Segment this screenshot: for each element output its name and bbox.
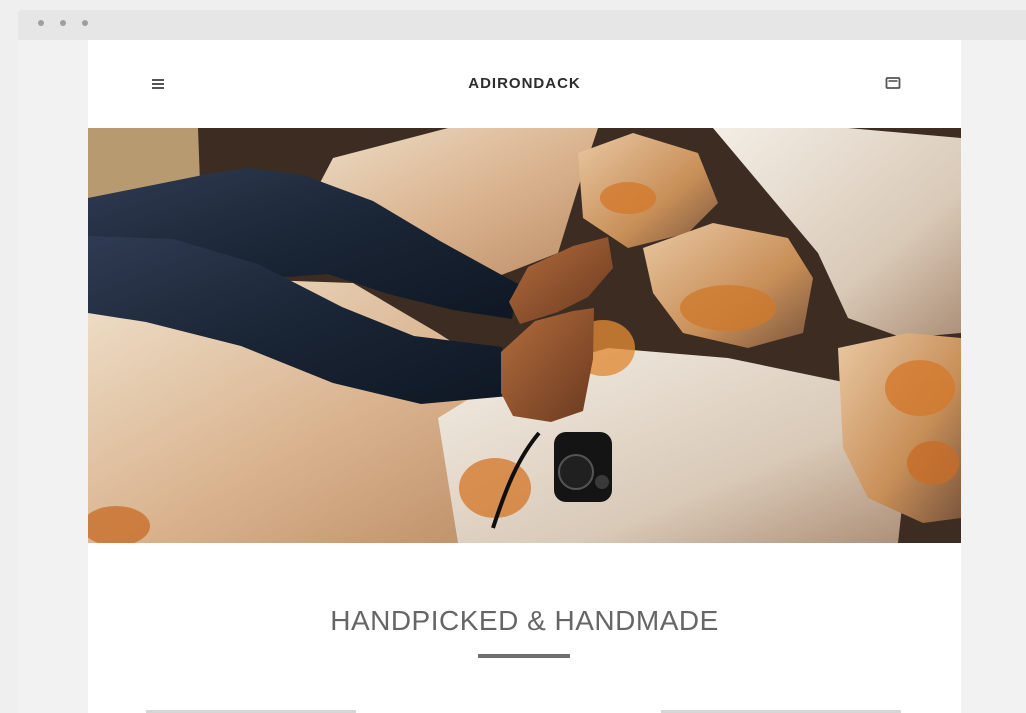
site-logo-text[interactable]: ADIRONDACK [88,75,961,92]
cart-box [885,77,901,89]
section-title: HANDPICKED & HANDMADE [330,605,719,636]
cart-icon[interactable] [885,76,901,90]
camera-button [595,475,609,489]
camera-lens [558,454,594,490]
window-dot [38,20,44,26]
lichen-spot [459,458,531,518]
lichen-spot [600,182,656,214]
hero-image [88,128,961,543]
lichen-spot [907,441,959,485]
section-title-underline [478,654,570,658]
rocks-and-legs-image [88,128,961,543]
lichen-spot [885,360,955,416]
window-dot [82,20,88,26]
browser-toolbar [18,10,1026,40]
cart-icon-graphic [885,77,901,89]
site-header: ADIRONDACK [88,40,961,128]
website-page: ADIRONDACK HANDPICKED & HANDMADE [88,40,961,713]
window-dot [60,20,66,26]
lichen-spot [680,285,776,331]
browser-viewport: ADIRONDACK HANDPICKED & HANDMADE [18,40,1026,713]
